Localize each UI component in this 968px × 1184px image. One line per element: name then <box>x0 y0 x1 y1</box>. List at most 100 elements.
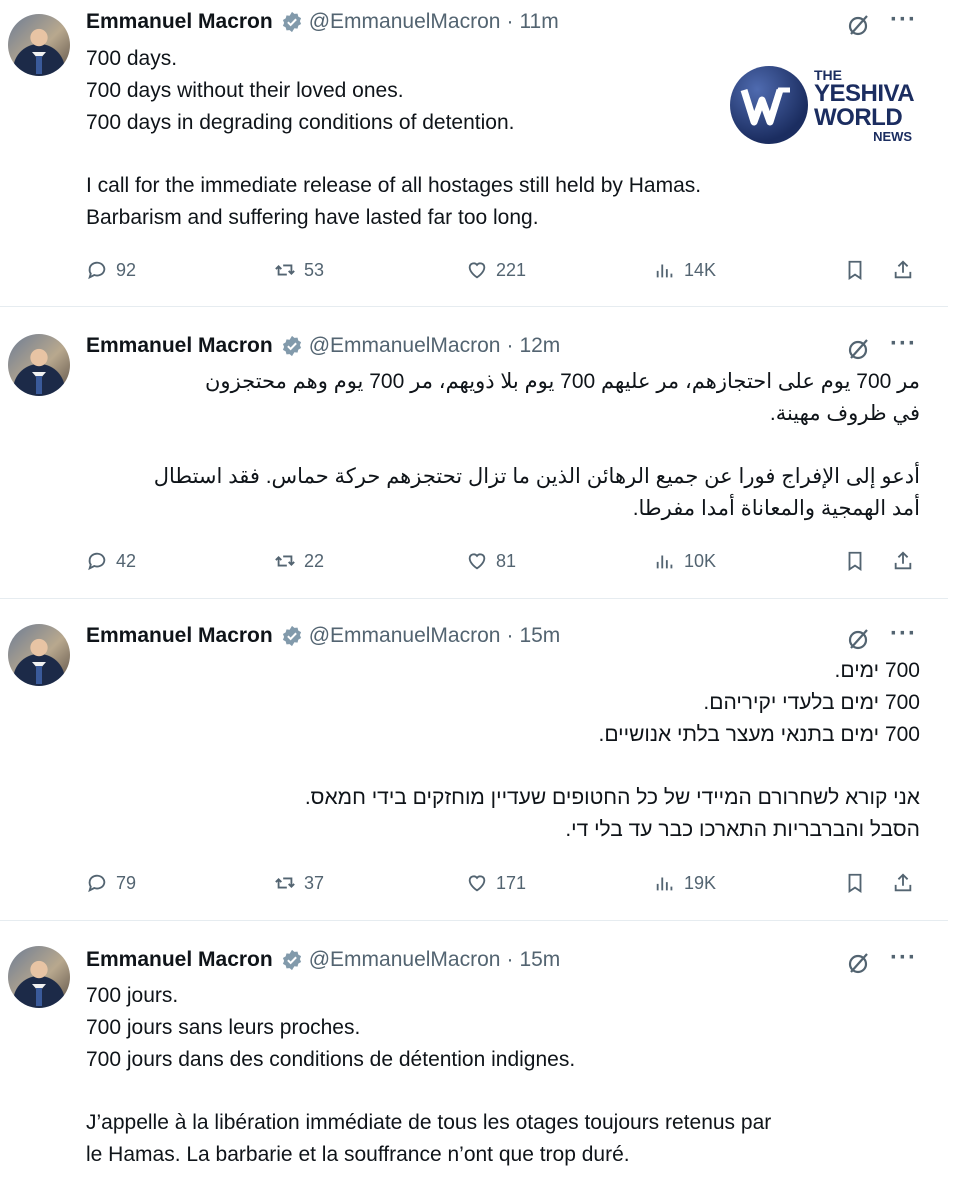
views-button[interactable]: 14K <box>654 259 716 281</box>
share-icon <box>894 260 912 279</box>
tweet-header: Emmanuel Macron @EmmanuelMacron · 15m <box>86 948 560 972</box>
reply-count: 42 <box>116 550 137 571</box>
author-name[interactable]: Emmanuel Macron <box>86 624 273 648</box>
tweet-line: 700 jours dans des conditions de détenti… <box>86 1048 576 1071</box>
tweet-line: أمد الهمجية والمعاناة أمدا مفرطا. <box>632 497 920 520</box>
tweet-header: Emmanuel Macron @EmmanuelMacron · 11m <box>86 10 559 34</box>
reply-icon <box>88 552 106 571</box>
tweet-line: مر 700 يوم على احتجازهم، مر عليهم 700 يو… <box>205 370 920 393</box>
more-icon[interactable]: ··· <box>890 330 917 358</box>
tweet-feed: Emmanuel Macron @EmmanuelMacron · 11m ··… <box>0 0 968 1184</box>
author-handle[interactable]: @EmmanuelMacron <box>309 334 501 358</box>
verified-badge-icon <box>281 11 303 33</box>
repost-icon <box>275 877 295 889</box>
more-icon[interactable]: ··· <box>890 620 917 648</box>
reply-button[interactable]: 92 <box>86 259 136 281</box>
share-icon <box>894 551 912 570</box>
share-button[interactable] <box>892 259 922 281</box>
tweet-line: 700 ימים. <box>834 659 920 682</box>
tweet-line: I call for the immediate release of all … <box>86 174 702 197</box>
bookmark-button[interactable] <box>844 550 874 572</box>
separator-dot: · <box>506 624 514 647</box>
views-count: 10K <box>684 550 717 571</box>
like-button[interactable]: 81 <box>466 550 516 572</box>
bookmark-button[interactable] <box>844 259 874 281</box>
more-icon[interactable]: ··· <box>890 6 917 34</box>
reply-button[interactable]: 79 <box>86 872 136 894</box>
tweet-line: אני קורא לשחרורם המיידי של כל החטופים שע… <box>304 786 920 809</box>
bookmark-icon <box>848 873 862 893</box>
tweet[interactable]: Emmanuel Macron @EmmanuelMacron · 12m ··… <box>0 310 948 599</box>
timestamp[interactable]: 15m <box>519 624 560 648</box>
tweet-line: 700 days. <box>86 47 178 70</box>
views-button[interactable]: 10K <box>654 550 716 572</box>
author-name[interactable]: Emmanuel Macron <box>86 334 273 358</box>
tweet-line: 700 days in degrading conditions of dete… <box>86 111 515 134</box>
author-name[interactable]: Emmanuel Macron <box>86 10 273 34</box>
avatar[interactable] <box>8 14 70 76</box>
avatar[interactable] <box>8 624 70 686</box>
like-icon <box>468 553 486 570</box>
repost-button[interactable]: 22 <box>274 550 324 572</box>
tweet[interactable]: Emmanuel Macron @EmmanuelMacron · 15m ··… <box>0 600 948 921</box>
reply-button[interactable]: 42 <box>86 550 136 572</box>
reply-count: 79 <box>116 872 137 893</box>
tweet-line: 700 ימים בלעדי יקיריהם. <box>703 691 920 714</box>
tweet-text: 700 ימים. 700 ימים בלעדי יקיריהם. 700 ימ… <box>86 655 920 846</box>
repost-count: 22 <box>304 550 325 571</box>
author-handle[interactable]: @EmmanuelMacron <box>309 624 501 648</box>
grok-icon[interactable] <box>846 12 872 38</box>
timestamp[interactable]: 11m <box>519 10 558 34</box>
tweet-line: 700 ימים בתנאי מעצר בלתי אנושיים. <box>598 723 920 746</box>
author-handle[interactable]: @EmmanuelMacron <box>309 10 501 34</box>
tweet-line: J’appelle à la libération immédiate de t… <box>86 1111 772 1134</box>
tweet-line: 700 days without their loved ones. <box>86 79 404 102</box>
views-icon <box>656 264 673 278</box>
tweet-actions: 79 37 171 19K <box>86 872 926 902</box>
timestamp[interactable]: 15m <box>519 948 560 972</box>
tweet-header: Emmanuel Macron @EmmanuelMacron · 15m <box>86 624 560 648</box>
reply-count: 92 <box>116 259 137 280</box>
timestamp[interactable]: 12m <box>519 334 560 358</box>
more-icon[interactable]: ··· <box>890 944 917 972</box>
views-count: 19K <box>684 872 717 893</box>
grok-icon[interactable] <box>846 950 872 976</box>
avatar[interactable] <box>8 946 70 1008</box>
verified-badge-icon <box>281 625 303 647</box>
author-handle[interactable]: @EmmanuelMacron <box>309 948 501 972</box>
like-count: 171 <box>496 872 527 893</box>
repost-button[interactable]: 53 <box>274 259 324 281</box>
author-name[interactable]: Emmanuel Macron <box>86 948 273 972</box>
views-icon <box>656 555 673 569</box>
tweet[interactable]: Emmanuel Macron @EmmanuelMacron · 15m ··… <box>0 922 948 1184</box>
separator-dot: · <box>506 334 514 357</box>
repost-icon <box>275 264 295 276</box>
bookmark-icon <box>848 551 862 571</box>
verified-badge-icon <box>281 335 303 357</box>
tweet-header: Emmanuel Macron @EmmanuelMacron · 12m <box>86 334 560 358</box>
tweet-line: أدعو إلى الإفراج فورا عن جميع الرهائن ال… <box>153 465 920 488</box>
grok-icon[interactable] <box>846 336 872 362</box>
like-button[interactable]: 171 <box>466 872 526 894</box>
like-icon <box>468 262 486 279</box>
views-button[interactable]: 19K <box>654 872 716 894</box>
like-button[interactable]: 221 <box>466 259 526 281</box>
tweet-line: 700 jours. <box>86 984 179 1007</box>
reply-icon <box>88 874 106 893</box>
share-icon <box>894 873 912 892</box>
verified-badge-icon <box>281 949 303 971</box>
repost-button[interactable]: 37 <box>274 872 324 894</box>
like-count: 81 <box>496 550 517 571</box>
tweet[interactable]: Emmanuel Macron @EmmanuelMacron · 11m ··… <box>0 0 948 307</box>
tweet-line: הסבל והברבריות התארכו כבר עד בלי די. <box>565 818 920 841</box>
views-icon <box>656 877 673 891</box>
share-button[interactable] <box>892 550 922 572</box>
tweet-text: مر 700 يوم على احتجازهم، مر عليهم 700 يو… <box>86 366 920 525</box>
tweet-text: 700 days. 700 days without their loved o… <box>86 43 922 234</box>
views-count: 14K <box>684 259 717 280</box>
bookmark-button[interactable] <box>844 872 874 894</box>
reply-icon <box>88 261 106 280</box>
avatar[interactable] <box>8 334 70 396</box>
share-button[interactable] <box>892 872 922 894</box>
grok-icon[interactable] <box>846 626 872 652</box>
